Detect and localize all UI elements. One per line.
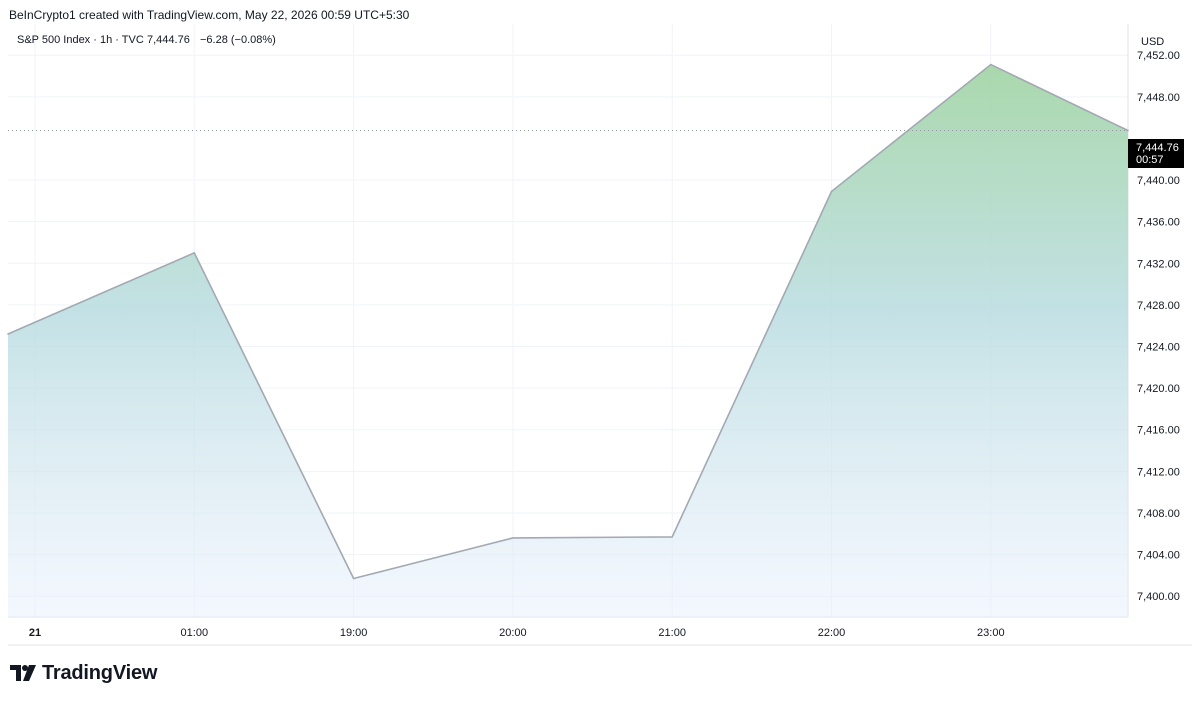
- y-tick-label: 7,448.00: [1137, 92, 1180, 104]
- y-tick-label: 7,408.00: [1137, 508, 1180, 520]
- legend-symbol[interactable]: S&P 500 Index · 1h · TVC: [17, 34, 144, 46]
- data-point: [512, 537, 514, 539]
- x-tick-label: 20:00: [499, 627, 527, 639]
- y-tick-label: 7,404.00: [1137, 550, 1180, 562]
- time-axis[interactable]: 21 01:00 19:00 20:00 21:00 22:00 23:00: [8, 627, 1192, 646]
- y-tick-label: 7,452.00: [1137, 50, 1180, 62]
- data-point: [990, 63, 992, 66]
- x-tick-label: 22:00: [818, 627, 846, 639]
- price-axis[interactable]: 7,400.00 7,404.00 7,408.00 7,412.00 7,416.00…: [1137, 50, 1180, 603]
- x-tick-label: 21: [29, 627, 41, 639]
- price-area-fill: [8, 64, 1128, 618]
- y-tick-label: 7,436.00: [1137, 217, 1180, 229]
- legend-last-price: 7,444.76: [147, 34, 190, 46]
- tradingview-logo-icon: [10, 665, 36, 681]
- y-tick-label: 7,400.00: [1137, 591, 1180, 603]
- data-point: [7, 333, 9, 335]
- data-point: [1127, 129, 1129, 132]
- last-price-badge-value: 7,444.76: [1136, 142, 1179, 154]
- x-tick-label: 19:00: [340, 627, 368, 639]
- y-tick-label: 7,412.00: [1137, 466, 1180, 478]
- y-tick-label: 7,432.00: [1137, 258, 1180, 270]
- y-tick-label: 7,440.00: [1137, 175, 1180, 187]
- tradingview-logo[interactable]: TradingView: [10, 660, 157, 686]
- area-chart[interactable]: 7,400.00 7,404.00 7,408.00 7,412.00 7,416.00…: [0, 0, 1200, 701]
- data-point: [193, 252, 196, 254]
- y-tick-label: 7,416.00: [1137, 425, 1180, 437]
- bar-countdown: 00:57: [1136, 154, 1164, 166]
- currency-label[interactable]: USD: [1141, 36, 1164, 48]
- x-tick-label: 21:00: [658, 627, 686, 639]
- x-tick-label: 23:00: [977, 627, 1005, 639]
- legend-change: −6.28 (−0.08%): [200, 34, 276, 46]
- data-point: [352, 577, 355, 580]
- x-tick-label: 01:00: [181, 627, 209, 639]
- data-point: [671, 536, 673, 538]
- y-tick-label: 7,420.00: [1137, 383, 1180, 395]
- data-point: [830, 190, 833, 193]
- tradingview-wordmark: TradingView: [42, 661, 158, 684]
- y-tick-label: 7,428.00: [1137, 300, 1180, 312]
- y-tick-label: 7,424.00: [1137, 342, 1180, 354]
